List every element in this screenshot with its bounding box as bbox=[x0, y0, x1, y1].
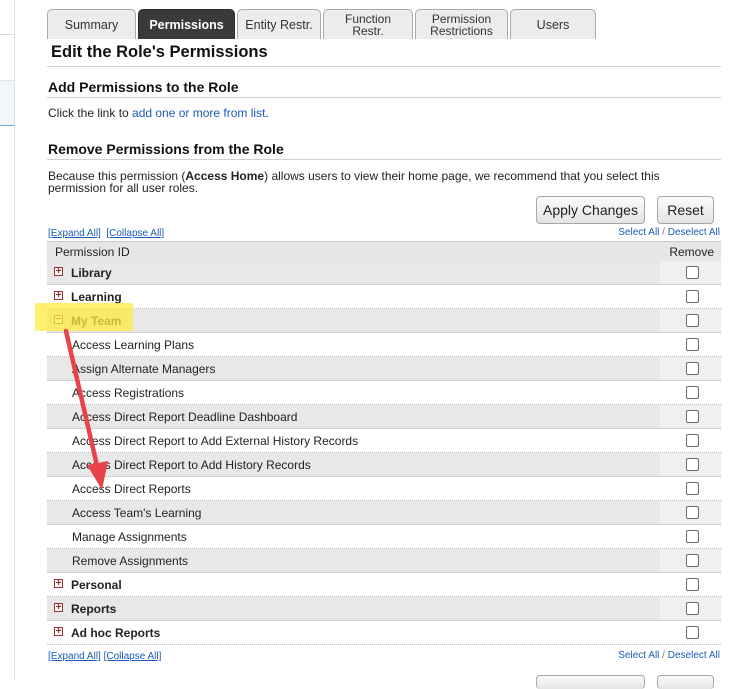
permission-row-access-direct-report-deadline-dashboard: Access Direct Report Deadline Dashboard bbox=[47, 405, 721, 429]
select-all-link[interactable]: Select All bbox=[618, 227, 659, 238]
add-text-suffix: . bbox=[265, 106, 269, 120]
remove-checkbox[interactable] bbox=[686, 338, 699, 351]
reset-button-bottom[interactable] bbox=[657, 675, 714, 689]
remove-checkbox[interactable] bbox=[686, 506, 699, 519]
remove-checkbox[interactable] bbox=[686, 266, 699, 279]
expand-plus-icon[interactable]: + bbox=[54, 627, 63, 637]
permission-row-manage-assignments: Manage Assignments bbox=[47, 525, 721, 549]
permission-label[interactable]: Personal bbox=[71, 578, 122, 592]
permission-label: Manage Assignments bbox=[72, 530, 187, 544]
permission-group-library: + Library bbox=[47, 261, 721, 285]
expand-all-link[interactable]: [Expand All] bbox=[48, 228, 101, 239]
permission-label[interactable]: Reports bbox=[71, 602, 116, 616]
add-section-divider bbox=[47, 97, 721, 98]
permission-label: Access Registrations bbox=[72, 386, 185, 400]
tree-controls-bottom: [Expand All] [Collapse All] bbox=[48, 651, 161, 662]
remove-checkbox[interactable] bbox=[686, 626, 699, 639]
permission-row-access-direct-report-to-add-external-history-records: Access Direct Report to Add External His… bbox=[47, 429, 721, 453]
permission-label: Access Learning Plans bbox=[72, 338, 195, 352]
select-controls-top: Select All / Deselect All bbox=[618, 227, 720, 238]
permission-group-personal: + Personal bbox=[47, 573, 721, 597]
permission-label: Assign Alternate Managers bbox=[72, 362, 216, 376]
left-panel-selected-item[interactable] bbox=[0, 80, 14, 126]
remove-checkbox[interactable] bbox=[686, 458, 699, 471]
permissions-table-header: Permission ID Remove bbox=[47, 241, 721, 262]
permission-row-access-team-s-learning: Access Team's Learning bbox=[47, 501, 721, 525]
expand-plus-icon[interactable]: + bbox=[54, 603, 63, 613]
expand-plus-icon[interactable]: + bbox=[54, 291, 63, 301]
tab-permission-restrictions[interactable]: Permission Restrictions bbox=[415, 9, 508, 39]
collapse-all-link[interactable]: [Collapse All] bbox=[106, 228, 164, 239]
permission-label: Access Team's Learning bbox=[72, 506, 202, 520]
tab-entity-restr[interactable]: Entity Restr. bbox=[237, 9, 321, 39]
permission-row-access-learning-plans: Access Learning Plans bbox=[47, 333, 721, 357]
remove-checkbox[interactable] bbox=[686, 434, 699, 447]
remove-section-divider bbox=[47, 159, 721, 160]
remove-checkbox[interactable] bbox=[686, 554, 699, 567]
remove-checkbox[interactable] bbox=[686, 530, 699, 543]
permission-label[interactable]: Ad hoc Reports bbox=[71, 626, 160, 640]
deselect-all-link-bottom[interactable]: Deselect All bbox=[668, 650, 720, 661]
permission-group-ad-hoc-reports: + Ad hoc Reports bbox=[47, 621, 721, 645]
permission-row-assign-alternate-managers: Assign Alternate Managers bbox=[47, 357, 721, 381]
remove-permissions-heading: Remove Permissions from the Role bbox=[48, 141, 284, 157]
permission-label[interactable]: Library bbox=[71, 266, 112, 280]
remove-checkbox[interactable] bbox=[686, 602, 699, 615]
permission-label: Access Direct Report to Add History Reco… bbox=[72, 458, 311, 472]
expand-all-link-bottom[interactable]: [Expand All] bbox=[48, 651, 101, 662]
permission-label: Access Direct Report Deadline Dashboard bbox=[72, 410, 298, 424]
apply-changes-button[interactable]: Apply Changes bbox=[536, 196, 645, 224]
permission-group-my-team: −My Team bbox=[47, 309, 721, 333]
expand-plus-icon[interactable]: + bbox=[54, 267, 63, 277]
my-team-highlight bbox=[35, 303, 133, 331]
remove-checkbox[interactable] bbox=[686, 314, 699, 327]
remove-checkbox[interactable] bbox=[686, 482, 699, 495]
expand-plus-icon[interactable]: + bbox=[54, 579, 63, 589]
remove-checkbox[interactable] bbox=[686, 362, 699, 375]
collapse-all-link-bottom[interactable]: [Collapse All] bbox=[104, 651, 162, 662]
tab-summary[interactable]: Summary bbox=[47, 9, 136, 39]
remove-checkbox[interactable] bbox=[686, 386, 699, 399]
permission-label: Access Direct Report to Add External His… bbox=[72, 434, 359, 448]
tab-permissions[interactable]: Permissions bbox=[138, 9, 235, 39]
permission-row-access-registrations: Access Registrations bbox=[47, 381, 721, 405]
left-panel-edge bbox=[0, 0, 15, 680]
page-title: Edit the Role's Permissions bbox=[51, 43, 268, 61]
add-from-list-link[interactable]: add one or more from list bbox=[132, 106, 265, 120]
reset-button[interactable]: Reset bbox=[657, 196, 714, 224]
title-divider bbox=[47, 66, 721, 67]
remove-checkbox[interactable] bbox=[686, 578, 699, 591]
remove-checkbox[interactable] bbox=[686, 410, 699, 423]
tab-users[interactable]: Users bbox=[510, 9, 596, 39]
column-remove: Remove bbox=[669, 245, 714, 259]
select-separator: / bbox=[659, 227, 668, 238]
tab-function-restr[interactable]: Function Restr. bbox=[323, 9, 413, 39]
column-permission-id: Permission ID bbox=[55, 245, 130, 259]
permission-row-access-direct-reports: Access Direct Reports bbox=[47, 477, 721, 501]
permission-label[interactable]: Learning bbox=[71, 290, 122, 304]
add-text-prefix: Click the link to bbox=[48, 106, 133, 120]
permission-group-reports: + Reports bbox=[47, 597, 721, 621]
add-permissions-instructions: Click the link to add one or more from l… bbox=[48, 106, 269, 120]
recommendation-note: Because this permission (Access Home) al… bbox=[48, 170, 716, 194]
tree-controls-top: [Expand All] [Collapse All] bbox=[48, 228, 164, 239]
apply-changes-button-bottom[interactable] bbox=[536, 675, 645, 689]
select-separator-bottom: / bbox=[659, 650, 668, 661]
permission-row-access-direct-report-to-add-history-records: Access Direct Report to Add History Reco… bbox=[47, 453, 721, 477]
select-all-link-bottom[interactable]: Select All bbox=[618, 650, 659, 661]
deselect-all-link[interactable]: Deselect All bbox=[668, 227, 720, 238]
permission-label: Remove Assignments bbox=[72, 554, 189, 568]
left-panel-divider bbox=[0, 34, 14, 35]
remove-checkbox[interactable] bbox=[686, 290, 699, 303]
permission-row-remove-assignments: Remove Assignments bbox=[47, 549, 721, 573]
add-permissions-heading: Add Permissions to the Role bbox=[48, 79, 239, 95]
permission-group-learning: + Learning bbox=[47, 285, 721, 309]
select-controls-bottom: Select All / Deselect All bbox=[618, 650, 720, 661]
tab-bar: Summary Permissions Entity Restr. Functi… bbox=[47, 9, 598, 39]
permission-label: Access Direct Reports bbox=[72, 482, 191, 496]
